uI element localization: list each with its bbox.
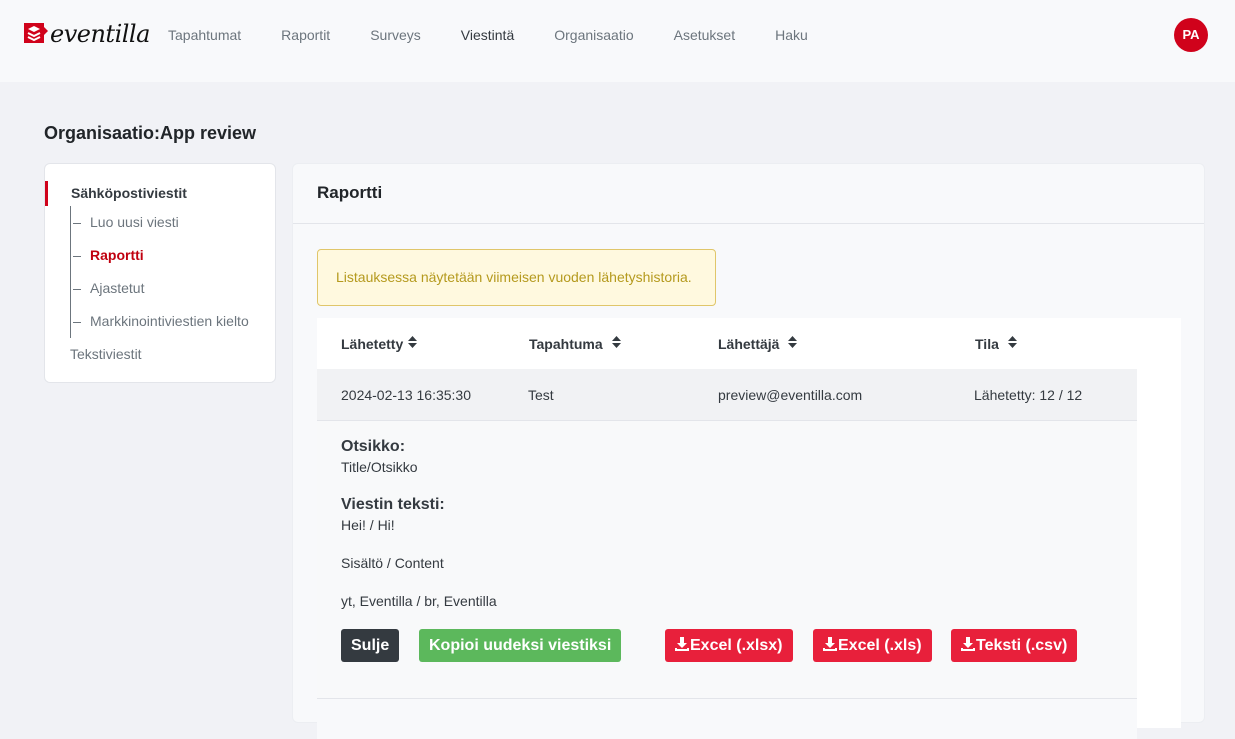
export-xls-label: Excel (.xls): [838, 637, 922, 654]
cell-status: Lähetetty: 12 / 12: [974, 387, 1083, 403]
table-row[interactable]: 2024-02-13 16:35:30 Test preview@eventil…: [317, 369, 1137, 421]
sidebar-section-email[interactable]: Sähköpostiviestit: [45, 181, 275, 206]
top-navbar: eventilla Tapahtumat Raportit Surveys Vi…: [0, 0, 1235, 82]
download-icon: [675, 637, 689, 651]
sort-icon: [1007, 336, 1017, 353]
subject-label: Otsikko:: [341, 438, 406, 455]
nav-item-viestinta[interactable]: Viestintä: [441, 0, 534, 70]
sidebar-item-new-message[interactable]: Luo uusi viesti: [70, 212, 179, 232]
column-header-label: Lähettäjä: [718, 336, 780, 352]
download-icon: [823, 637, 837, 651]
export-xls-button[interactable]: Excel (.xls): [813, 629, 932, 662]
main-nav: Tapahtumat Raportit Surveys Viestintä Or…: [148, 0, 828, 70]
column-header-sender[interactable]: Lähettäjä: [718, 336, 798, 353]
column-header-label: Tila: [975, 336, 999, 352]
body-line: yt, Eventilla / br, Eventilla: [341, 593, 497, 609]
user-avatar[interactable]: PA: [1174, 18, 1208, 52]
sidebar-item-scheduled[interactable]: Ajastetut: [70, 278, 144, 298]
eventilla-logo[interactable]: eventilla: [24, 22, 150, 46]
report-table: Lähetetty Tapahtuma Lähettäjä Tila 2024-…: [317, 318, 1181, 739]
export-xlsx-button[interactable]: Excel (.xlsx): [665, 629, 793, 662]
table-next-row: [317, 699, 1137, 739]
body-label: Viestin teksti:: [341, 496, 445, 513]
download-icon: [961, 637, 975, 651]
cell-sent: 2024-02-13 16:35:30: [341, 387, 471, 403]
column-header-event[interactable]: Tapahtuma: [529, 336, 621, 353]
nav-item-asetukset[interactable]: Asetukset: [654, 0, 755, 70]
sidebar-item-report[interactable]: Raportti: [70, 245, 144, 265]
column-header-label: Tapahtuma: [529, 336, 603, 352]
sort-icon: [611, 336, 621, 353]
nav-item-raportit[interactable]: Raportit: [261, 0, 350, 70]
cell-sender: preview@eventilla.com: [718, 387, 863, 403]
card-title: Raportti: [293, 164, 1204, 224]
sort-icon: [788, 336, 798, 353]
logo-wordmark: eventilla: [50, 20, 150, 48]
sidebar-item-sms[interactable]: Tekstiviestit: [70, 344, 142, 364]
column-header-sent[interactable]: Lähetetty: [341, 336, 418, 353]
nav-item-tapahtumat[interactable]: Tapahtumat: [148, 0, 261, 70]
column-header-status[interactable]: Tila: [975, 336, 1017, 353]
close-button[interactable]: Sulje: [341, 629, 400, 662]
body-line: Sisältö / Content: [341, 555, 444, 571]
subject-value: Title/Otsikko: [341, 459, 418, 475]
sort-icon: [408, 336, 418, 353]
export-csv-label: Teksti (.csv): [976, 637, 1068, 654]
nav-item-haku[interactable]: Haku: [755, 0, 828, 70]
message-detail: Otsikko: Title/Otsikko Viestin teksti: H…: [317, 421, 1137, 699]
column-header-label: Lähetetty: [341, 336, 404, 352]
info-alert: Listauksessa näytetään viimeisen vuoden …: [317, 249, 716, 306]
report-card: Raportti Listauksessa näytetään viimeise…: [292, 163, 1205, 739]
sidebar: Sähköpostiviestit Luo uusi viesti Raport…: [44, 163, 276, 383]
export-xlsx-label: Excel (.xlsx): [690, 637, 783, 654]
nav-item-organisaatio[interactable]: Organisaatio: [534, 0, 653, 70]
eventilla-logo-icon: [24, 23, 48, 43]
sidebar-item-marketing-ban[interactable]: Markkinointiviestien kielto: [70, 311, 249, 331]
page-title: Organisaatio:App review: [44, 123, 257, 143]
body-line: Hei! / Hi!: [341, 517, 395, 533]
cell-event: Test: [528, 387, 554, 403]
nav-item-surveys[interactable]: Surveys: [350, 0, 441, 70]
copy-as-new-message-button[interactable]: Kopioi uudeksi viestiksi: [419, 629, 622, 662]
export-csv-button[interactable]: Teksti (.csv): [951, 629, 1078, 662]
table-header: Lähetetty Tapahtuma Lähettäjä Tila: [317, 318, 1137, 369]
